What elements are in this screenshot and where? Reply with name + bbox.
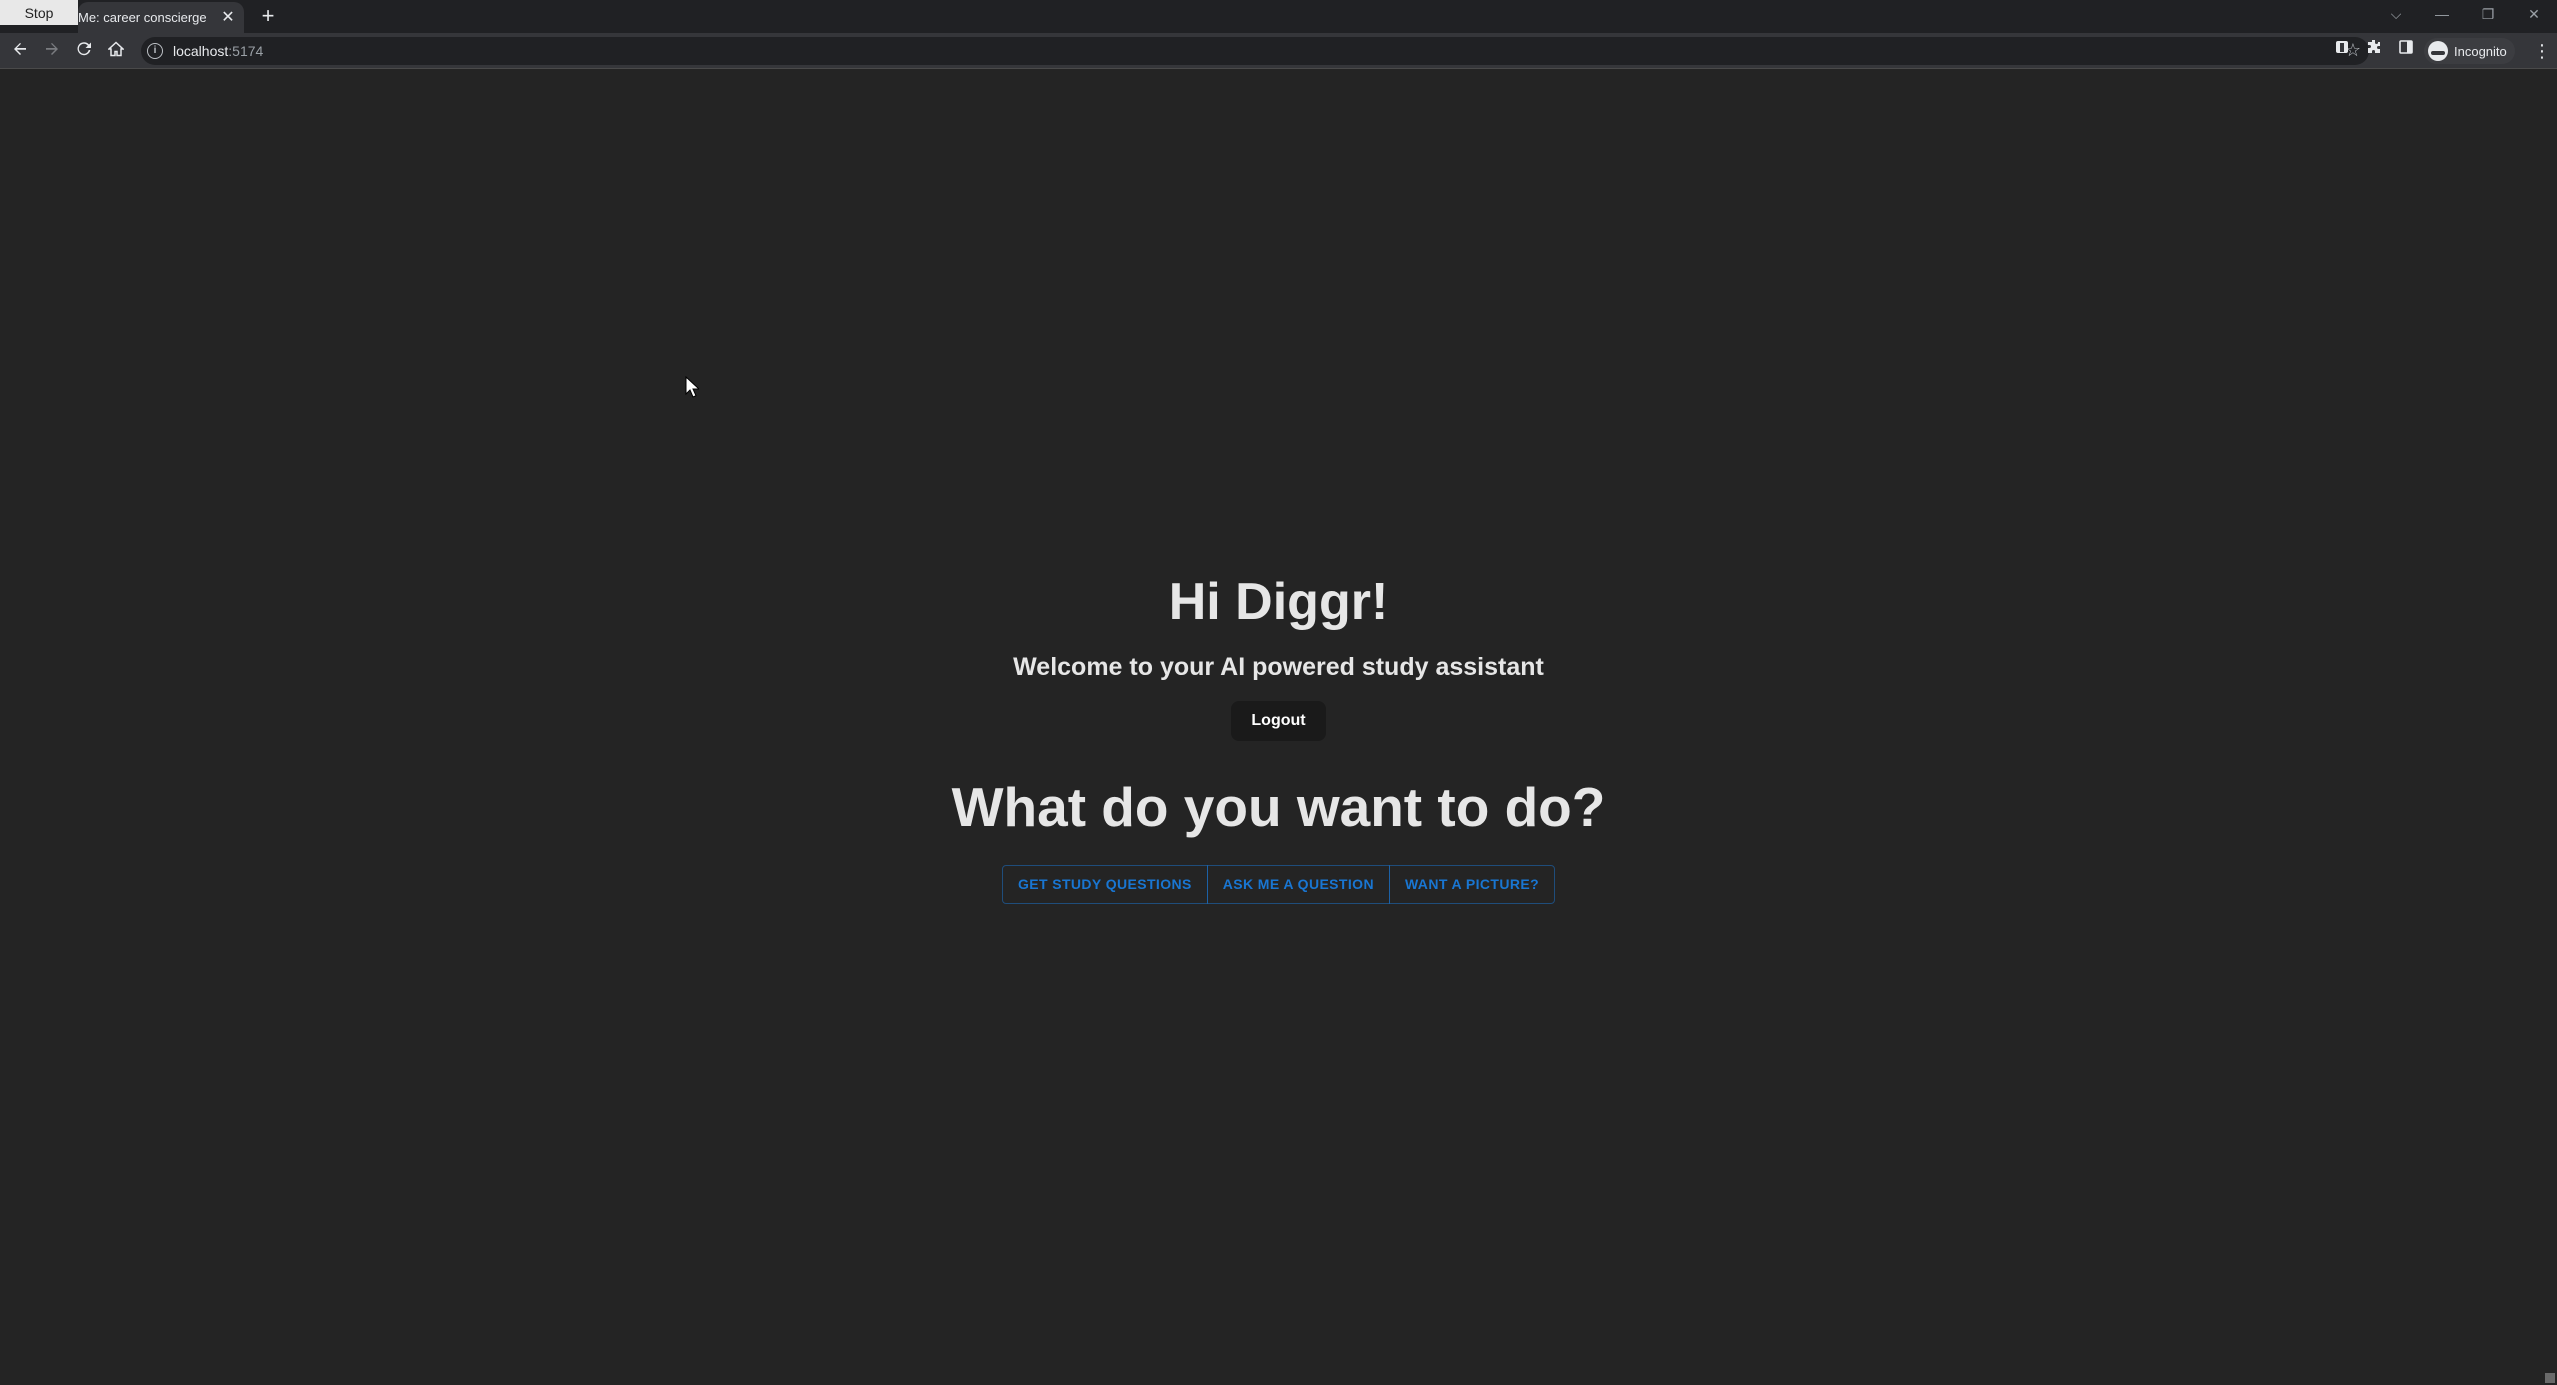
site-info-icon[interactable]: i bbox=[147, 43, 163, 59]
browser-tab[interactable]: Me: career conscierge ✕ bbox=[78, 2, 244, 33]
main-content: Hi Diggr! Welcome to your AI powered stu… bbox=[0, 571, 2557, 904]
url-port: :5174 bbox=[228, 43, 264, 59]
restore-icon[interactable]: ❐ bbox=[2465, 0, 2511, 28]
browser-toolbar: i localhost:5174 ☆ Incognito ⋮ bbox=[0, 33, 2557, 69]
incognito-icon bbox=[2428, 41, 2448, 61]
reload-icon[interactable] bbox=[70, 37, 98, 65]
extension-icon[interactable] bbox=[2330, 39, 2354, 63]
page-body: Hi Diggr! Welcome to your AI powered stu… bbox=[0, 70, 2557, 1385]
back-icon[interactable] bbox=[6, 37, 34, 65]
new-tab-icon[interactable]: + bbox=[256, 4, 280, 28]
ask-me-a-question-button[interactable]: ASK ME A QUESTION bbox=[1206, 865, 1390, 904]
url-host: localhost bbox=[173, 43, 229, 59]
want-a-picture-button[interactable]: WANT A PICTURE? bbox=[1388, 865, 1556, 904]
address-bar[interactable]: i localhost:5174 ☆ bbox=[141, 37, 2369, 65]
tab-title: Me: career conscierge bbox=[78, 10, 207, 25]
tab-strip: Stop Me: career conscierge ✕ + ⌵ — ❐ ✕ bbox=[0, 0, 2557, 33]
browser-menu-icon[interactable]: ⋮ bbox=[2533, 39, 2551, 63]
profile-button[interactable]: Incognito bbox=[2424, 38, 2515, 64]
tab-search-icon[interactable]: ⌵ bbox=[2373, 0, 2419, 28]
side-panel-icon[interactable] bbox=[2394, 39, 2418, 63]
mouse-cursor-icon bbox=[685, 376, 699, 398]
profile-label: Incognito bbox=[2454, 43, 2507, 59]
action-button-group: GET STUDY QUESTIONS ASK ME A QUESTION WA… bbox=[0, 865, 2557, 904]
window-controls: ⌵ — ❐ ✕ bbox=[2373, 0, 2557, 28]
window-close-icon[interactable]: ✕ bbox=[2511, 0, 2557, 28]
question-heading: What do you want to do? bbox=[951, 776, 1606, 838]
minimize-icon[interactable]: — bbox=[2419, 0, 2465, 28]
forward-icon[interactable] bbox=[38, 37, 66, 65]
resize-grip[interactable] bbox=[2545, 1373, 2555, 1383]
get-study-questions-button[interactable]: GET STUDY QUESTIONS bbox=[1001, 865, 1208, 904]
tab-close-icon[interactable]: ✕ bbox=[218, 8, 238, 28]
url-text: localhost:5174 bbox=[173, 43, 263, 59]
stop-badge[interactable]: Stop bbox=[0, 0, 78, 25]
extensions-puzzle-icon[interactable] bbox=[2362, 39, 2386, 63]
greeting-heading: Hi Diggr! bbox=[1168, 573, 1389, 631]
welcome-subtitle: Welcome to your AI powered study assista… bbox=[1013, 653, 1544, 681]
logout-button[interactable]: Logout bbox=[1231, 701, 1326, 741]
home-icon[interactable] bbox=[102, 37, 130, 65]
